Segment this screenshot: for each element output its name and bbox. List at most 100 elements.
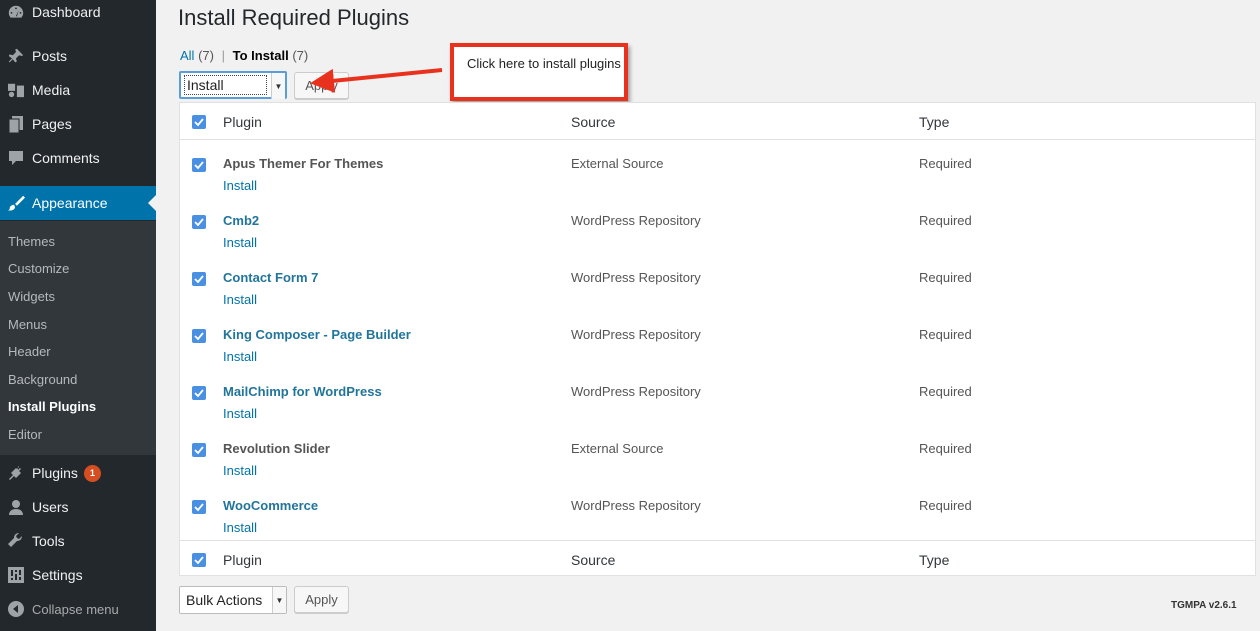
pushpin-icon	[0, 48, 32, 64]
filter-all-link[interactable]: All	[180, 48, 194, 63]
plugin-name-link[interactable]: Contact Form 7	[223, 270, 318, 285]
paintbrush-icon	[0, 194, 32, 212]
row-checkbox[interactable]	[192, 158, 206, 172]
plugin-type: Required	[919, 156, 972, 171]
menu-appearance[interactable]: Appearance	[0, 186, 156, 220]
version-label: TGMPA v2.6.1	[1171, 600, 1237, 611]
table-row: King Composer - Page Builder Install Wor…	[180, 318, 1255, 375]
column-source-footer: Source	[571, 552, 616, 568]
submenu-install-plugins[interactable]: Install Plugins	[8, 399, 96, 414]
menu-pages-label: Pages	[32, 116, 72, 132]
select-all-checkbox[interactable]	[192, 115, 206, 129]
row-checkbox[interactable]	[192, 215, 206, 229]
table-row: Revolution Slider Install External Sourc…	[180, 432, 1255, 489]
column-type-header: Type	[919, 114, 950, 130]
table-footer: Plugin Source Type	[180, 540, 1255, 577]
row-checkbox[interactable]	[192, 443, 206, 457]
filter-all-count: (7)	[198, 48, 214, 63]
dropdown-arrow-icon: ▼	[272, 587, 286, 613]
install-link[interactable]: Install	[223, 235, 257, 250]
plugin-name-link[interactable]: Cmb2	[223, 213, 259, 228]
plugin-name: Revolution Slider	[223, 441, 330, 456]
plugin-update-badge: 1	[83, 464, 101, 482]
collapse-arrow-icon	[0, 601, 32, 617]
plugin-name-link[interactable]: WooCommerce	[223, 498, 318, 513]
row-checkbox[interactable]	[192, 500, 206, 514]
dropdown-arrow-icon: ▼	[271, 73, 285, 99]
menu-settings[interactable]: Settings	[0, 558, 156, 592]
bulk-action-select-top[interactable]: Install ▼	[179, 71, 287, 99]
page-title: Install Required Plugins	[178, 5, 410, 30]
plugin-name-link[interactable]: MailChimp for WordPress	[223, 384, 382, 399]
submenu-background[interactable]: Background	[8, 372, 77, 387]
menu-tools-label: Tools	[32, 533, 65, 549]
plugin-source: WordPress Repository	[571, 498, 701, 513]
wrench-icon	[0, 533, 32, 549]
install-link[interactable]: Install	[223, 292, 257, 307]
row-checkbox[interactable]	[192, 272, 206, 286]
install-link[interactable]: Install	[223, 349, 257, 364]
menu-users-label: Users	[32, 499, 69, 515]
menu-posts[interactable]: Posts	[0, 39, 156, 73]
menu-users[interactable]: Users	[0, 490, 156, 524]
table-row: MailChimp for WordPress Install WordPres…	[180, 375, 1255, 432]
submenu-header[interactable]: Header	[8, 344, 51, 359]
menu-appearance-label: Appearance	[32, 195, 108, 211]
row-checkbox[interactable]	[192, 386, 206, 400]
appearance-submenu: Themes Customize Widgets Menus Header Ba…	[0, 221, 156, 455]
menu-plugins[interactable]: Plugins 1	[0, 456, 156, 490]
bulk-action-select-bottom-value: Bulk Actions	[186, 592, 263, 608]
table-row: WooCommerce Install WordPress Repository…	[180, 489, 1255, 546]
plugin-name: Apus Themer For Themes	[223, 156, 384, 171]
column-type-footer: Type	[919, 552, 950, 568]
row-checkbox[interactable]	[192, 329, 206, 343]
menu-plugins-label: Plugins	[32, 465, 78, 481]
plugin-type: Required	[919, 498, 972, 513]
menu-tools[interactable]: Tools	[0, 524, 156, 558]
plugin-source: WordPress Repository	[571, 327, 701, 342]
dashboard-icon	[0, 3, 32, 21]
admin-sidebar: Dashboard Posts Media Pages Comments App…	[0, 0, 156, 631]
menu-pages[interactable]: Pages	[0, 107, 156, 141]
menu-dashboard-label: Dashboard	[32, 4, 101, 20]
menu-media-label: Media	[32, 82, 71, 98]
table-row: Apus Themer For Themes Install External …	[180, 147, 1255, 204]
submenu-widgets[interactable]: Widgets	[8, 289, 55, 304]
apply-button-top[interactable]: Apply	[294, 72, 349, 99]
submenu-editor[interactable]: Editor	[8, 427, 42, 442]
menu-posts-label: Posts	[32, 48, 68, 64]
submenu-customize[interactable]: Customize	[8, 261, 69, 276]
install-link[interactable]: Install	[223, 406, 257, 421]
menu-dashboard[interactable]: Dashboard	[0, 0, 156, 29]
table-header: Plugin Source Type	[180, 103, 1255, 140]
install-callout: Click here to install plugins	[450, 43, 628, 101]
column-source-header: Source	[571, 114, 616, 130]
settings-sliders-icon	[0, 567, 32, 583]
table-row: Cmb2 Install WordPress Repository Requir…	[180, 204, 1255, 261]
submenu-themes[interactable]: Themes	[8, 234, 55, 249]
install-link[interactable]: Install	[223, 520, 257, 535]
plugins-table: Plugin Source Type Apus Themer For Theme…	[179, 102, 1256, 576]
plugin-source: WordPress Repository	[571, 270, 701, 285]
install-link[interactable]: Install	[223, 178, 257, 193]
plugin-type: Required	[919, 213, 972, 228]
filter-to-install-link[interactable]: To Install	[233, 48, 289, 63]
collapse-menu-button[interactable]: Collapse menu	[0, 592, 156, 626]
column-plugin-footer: Plugin	[223, 552, 262, 568]
media-icon	[0, 82, 32, 98]
column-plugin-header: Plugin	[223, 114, 262, 130]
menu-settings-label: Settings	[32, 567, 83, 583]
menu-media[interactable]: Media	[0, 73, 156, 107]
plugin-name-link[interactable]: King Composer - Page Builder	[223, 327, 411, 342]
bulk-action-select-bottom[interactable]: Bulk Actions ▼	[179, 586, 287, 614]
status-filters: All (7) | To Install (7)	[180, 48, 308, 63]
user-icon	[0, 499, 32, 515]
filter-separator: |	[221, 48, 225, 63]
menu-comments[interactable]: Comments	[0, 141, 156, 175]
install-link[interactable]: Install	[223, 463, 257, 478]
plugin-source: External Source	[571, 156, 664, 171]
plugin-type: Required	[919, 441, 972, 456]
submenu-menus[interactable]: Menus	[8, 317, 47, 332]
apply-button-bottom[interactable]: Apply	[294, 586, 349, 613]
select-all-checkbox-footer[interactable]	[192, 553, 206, 567]
